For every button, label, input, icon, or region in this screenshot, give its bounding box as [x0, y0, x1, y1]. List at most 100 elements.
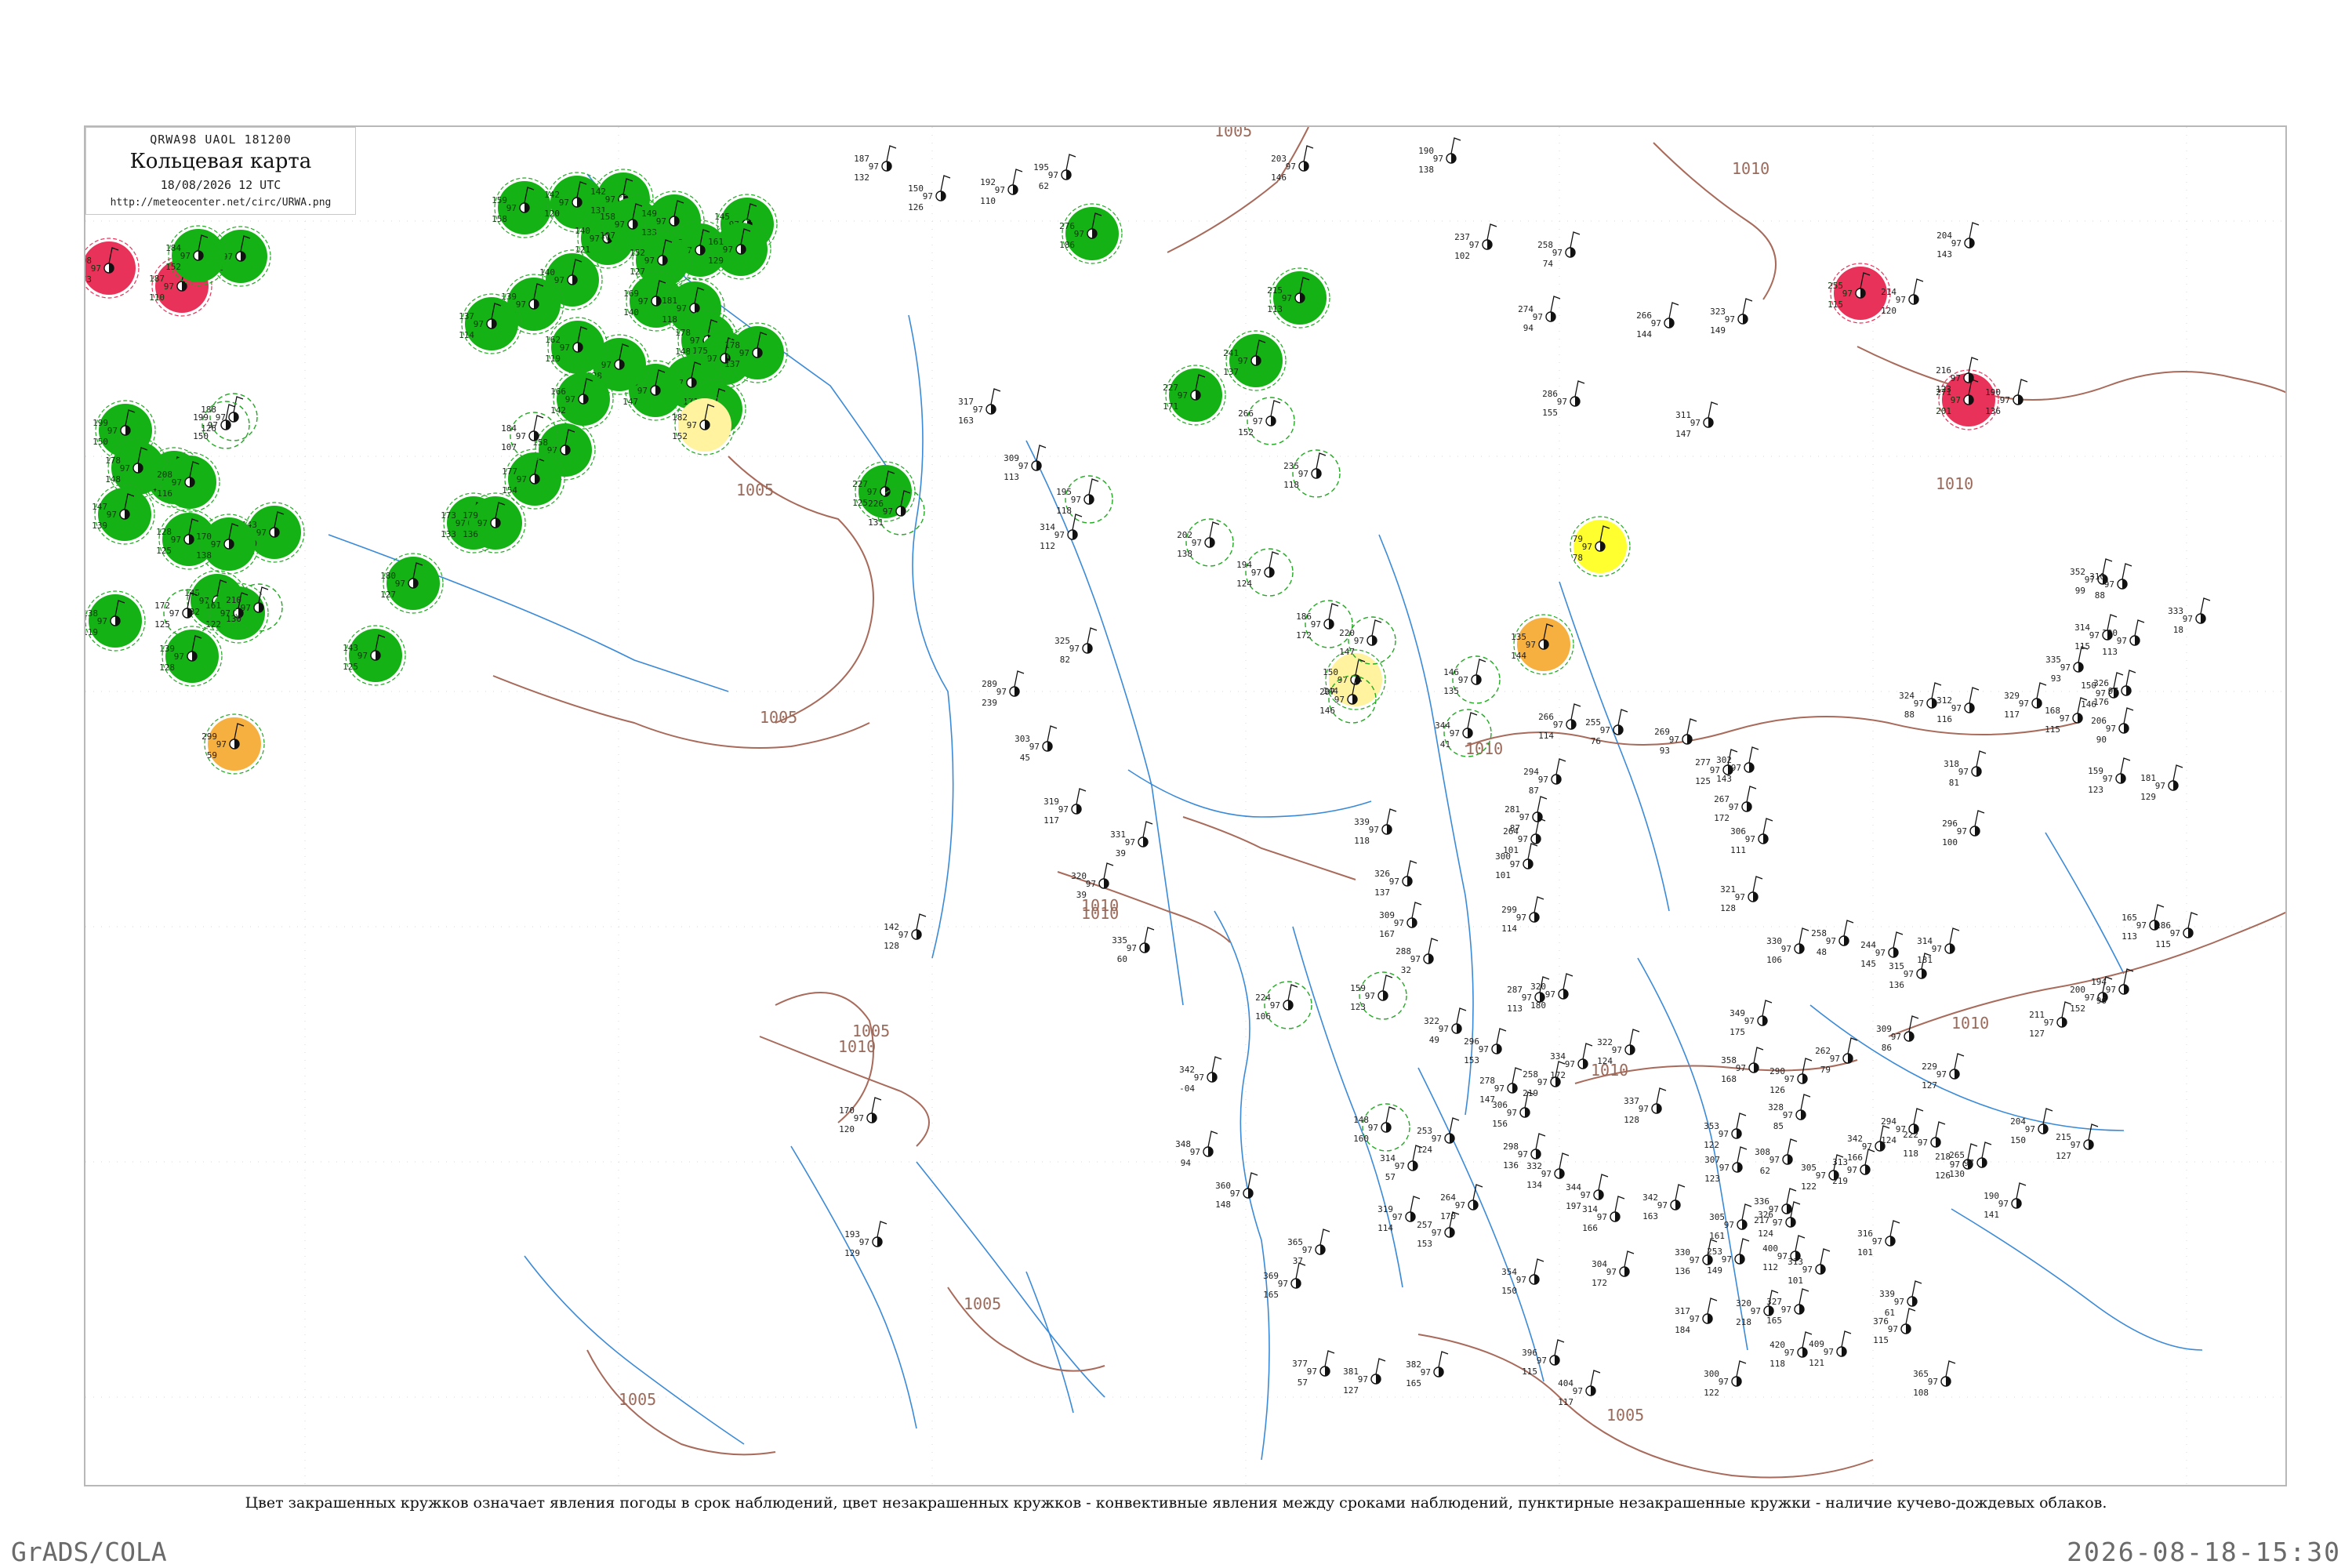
station: 15997158	[492, 177, 555, 238]
station: 14397125	[343, 625, 406, 686]
station-visibility: 97	[1369, 825, 1379, 835]
station-dewpoint: 147	[1479, 1094, 1495, 1105]
wind-barb-icon	[2172, 764, 2183, 782]
wind-barb-icon	[1629, 1029, 1640, 1046]
isobar-label: 1010	[838, 1037, 876, 1056]
station-visibility: 97	[477, 518, 488, 528]
wind-barb-icon	[1708, 401, 1719, 419]
wind-barb-icon	[1614, 1196, 1625, 1213]
station: 32797165	[1766, 1288, 1809, 1326]
station-visibility: 97	[1298, 469, 1308, 479]
station: 20297138	[1177, 518, 1234, 567]
station-dewpoint: 114	[1377, 1223, 1393, 1233]
station-temperature: 320	[1736, 1298, 1751, 1308]
station: 31797163	[958, 388, 1001, 426]
station-visibility: 97	[1816, 1171, 1826, 1181]
wind-barb-icon	[1410, 1196, 1421, 1213]
station-visibility: 97	[1394, 918, 1404, 928]
station-visibility: 97	[1690, 1314, 1700, 1324]
station-temperature: 166	[550, 387, 566, 397]
wind-barb-icon	[1893, 931, 1904, 949]
station-visibility: 97	[171, 535, 181, 545]
station-dewpoint: 130	[1949, 1169, 1965, 1179]
station-temperature: 348	[1175, 1139, 1191, 1149]
station-visibility: 97	[1769, 1204, 1779, 1214]
isobar-label: 1005	[736, 481, 774, 499]
station-dewpoint: 168	[1721, 1074, 1737, 1084]
station: 30597161	[1709, 1203, 1752, 1241]
station: 1959762	[1033, 154, 1076, 191]
wind-barb-icon	[1316, 452, 1327, 470]
wind-barb-icon	[1675, 1184, 1686, 1201]
station-temperature: 266	[1538, 712, 1554, 722]
station-visibility: 97	[1896, 1124, 1906, 1134]
station-dewpoint: 32	[1401, 965, 1411, 975]
station-visibility: 97	[1573, 1386, 1583, 1396]
station-temperature: 140	[539, 267, 555, 278]
map-title: Кольцевая карта	[129, 150, 312, 173]
station-dewpoint: 122	[1704, 1388, 1719, 1398]
wind-barb-icon	[2036, 682, 2047, 699]
wind-barb-icon	[1324, 1350, 1335, 1367]
station-dewpoint: 60	[1117, 954, 1127, 964]
station-dewpoint: 153	[1417, 1239, 1432, 1249]
wind-barb-icon	[2154, 904, 2165, 921]
station: 3779757	[1292, 1350, 1335, 1388]
station-dewpoint: 136	[463, 529, 478, 539]
station-visibility: 97	[1194, 1073, 1204, 1083]
station-dewpoint: 111	[1730, 845, 1746, 855]
station-dewpoint: 120	[544, 209, 560, 219]
station: 40997121	[1809, 1330, 1852, 1368]
station-temperature: 328	[1768, 1102, 1784, 1112]
station-dewpoint: 152	[672, 431, 688, 441]
station-dewpoint: 86	[1882, 1043, 1892, 1053]
station-temperature: 316	[1857, 1229, 1873, 1239]
station-visibility: 97	[1058, 804, 1069, 815]
station-dewpoint: 61	[1885, 1308, 1895, 1318]
station-visibility: 97	[739, 348, 750, 358]
station-dewpoint: 149	[1707, 1265, 1722, 1276]
station-temperature: 262	[1815, 1046, 1831, 1056]
station-visibility: 97	[2025, 1124, 2035, 1134]
station: 22497106	[1255, 981, 1312, 1029]
station: 2949787	[1523, 758, 1566, 796]
station-dewpoint: 100	[1942, 837, 1958, 848]
station-dewpoint: 152	[2070, 1004, 2085, 1014]
wind-barb-icon	[1375, 1358, 1386, 1375]
station-dewpoint: 127	[1343, 1385, 1359, 1396]
map-url[interactable]: http://meteocenter.net/circ/URWA.png	[86, 197, 355, 209]
station-temperature: 288	[1396, 946, 1411, 956]
station: 26797172	[1714, 786, 1757, 823]
station-temperature: 218	[1935, 1152, 1951, 1162]
wind-barb-icon	[1737, 1146, 1748, 1163]
station: 18097127	[380, 553, 444, 614]
station-dewpoint: 150	[193, 431, 209, 441]
station-visibility: 97	[2108, 686, 2118, 696]
station-temperature: 420	[1769, 1340, 1785, 1350]
station-visibility: 97	[1657, 1200, 1668, 1210]
isobar-line	[1167, 127, 1309, 253]
station-visibility: 97	[898, 930, 909, 940]
station: 32397149	[1710, 298, 1753, 336]
station-visibility: 97	[2071, 1140, 2081, 1150]
station-temperature: 186	[1296, 612, 1312, 622]
station-visibility: 97	[1669, 735, 1679, 745]
station-dewpoint: 137	[724, 359, 740, 369]
station-visibility: 97	[1557, 397, 1567, 407]
station-visibility: 97	[615, 220, 625, 230]
station-visibility: 97	[1719, 1129, 1729, 1139]
station-temperature: 314	[1040, 522, 1055, 532]
station-dewpoint: 124	[1236, 579, 1252, 589]
station-visibility: 97	[2000, 395, 2010, 405]
station-temperature: 159	[492, 195, 507, 205]
station-visibility: 97	[1951, 373, 1961, 383]
station-visibility: 97	[1458, 675, 1468, 685]
station-visibility: 97	[1729, 802, 1739, 812]
station: 38197127	[1343, 1358, 1386, 1396]
station-visibility: 97	[1777, 1251, 1788, 1261]
wind-barb-icon	[2017, 379, 2028, 396]
wind-barb-icon	[886, 145, 897, 162]
station-dewpoint: 79	[1820, 1065, 1831, 1075]
station-visibility: 97	[1494, 1083, 1504, 1094]
station-visibility: 97	[1270, 1000, 1280, 1011]
